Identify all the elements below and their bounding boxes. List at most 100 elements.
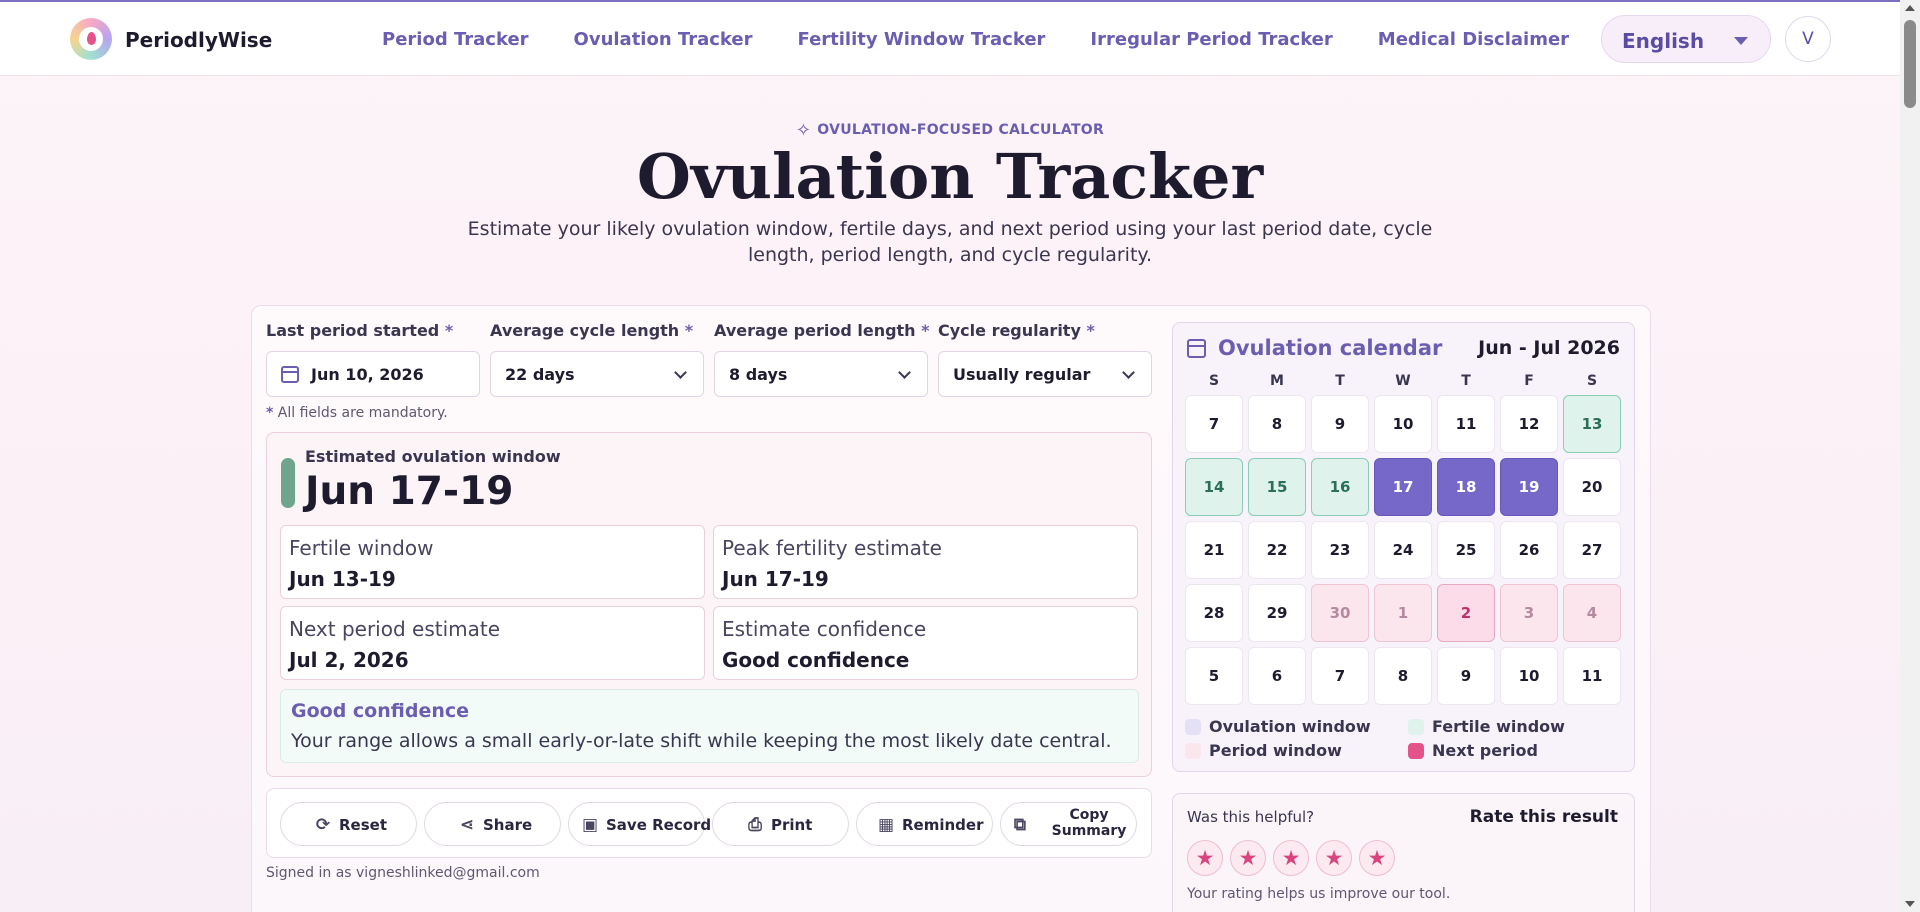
legend-label: Period window [1209,741,1342,760]
calendar-day[interactable]: 28 [1185,584,1243,642]
period-length-select[interactable]: 8 days [714,351,928,397]
calendar-day[interactable]: 22 [1248,521,1306,579]
language-select[interactable]: English [1601,15,1771,63]
calendar-day[interactable]: 16 [1311,458,1369,516]
last-period-value: Jun 10, 2026 [311,365,424,384]
calendar-day[interactable]: 23 [1311,521,1369,579]
weekday-header: W [1395,373,1411,389]
calendar-day[interactable]: 9 [1437,647,1495,705]
ovulation-calendar: Ovulation calendar Jun - Jul 2026 S M T W T F… [1172,322,1635,772]
last-period-input[interactable]: Jun 10, 2026 [266,351,480,397]
calendar-day[interactable]: 1 [1374,584,1432,642]
site-header: PeriodlyWise Period Tracker Ovulation Tr… [0,2,1900,76]
calendar-day[interactable]: 7 [1185,395,1243,453]
cycle-length-select[interactable]: 22 days [490,351,704,397]
period-length-label: Average period length * [714,321,930,340]
copy-summary-button[interactable]: ⧉ Copy Summary [1000,802,1137,846]
stat-key: Fertile window [289,536,434,560]
star-icon[interactable]: ★ [1187,840,1223,876]
scroll-up-arrow-icon[interactable] [1905,5,1915,11]
calendar-day[interactable]: 8 [1248,395,1306,453]
calendar-day[interactable]: 29 [1248,584,1306,642]
page-title: Ovulation Tracker [636,140,1264,213]
calendar-day[interactable]: 11 [1563,647,1621,705]
logo-icon[interactable] [70,18,112,60]
legend-label: Ovulation window [1209,717,1371,736]
helpful-question: Was this helpful? [1187,808,1315,826]
share-icon: ⋖ [459,815,475,835]
reset-button[interactable]: ⟳ Reset [280,802,417,846]
calendar-day[interactable]: 24 [1374,521,1432,579]
calendar-day[interactable]: 5 [1185,647,1243,705]
calendar-day[interactable]: 7 [1311,647,1369,705]
brand-name[interactable]: PeriodlyWise [125,28,272,52]
nav-ovulation-tracker[interactable]: Ovulation Tracker [574,29,753,50]
star-icon[interactable]: ★ [1316,840,1352,876]
calendar-day[interactable]: 2 [1437,584,1495,642]
weekday-header: S [1208,373,1220,389]
scroll-down-arrow-icon[interactable] [1905,901,1915,907]
star-icon[interactable]: ★ [1273,840,1309,876]
calendar-day[interactable]: 11 [1437,395,1495,453]
calendar-day[interactable]: 9 [1311,395,1369,453]
copy-icon: ⧉ [1013,815,1027,835]
save-icon: ▣ [581,815,599,835]
stat-value: Jun 13-19 [289,567,396,591]
stat-key: Estimate confidence [722,617,927,641]
star-icon[interactable]: ★ [1359,840,1395,876]
chevron-down-icon [898,366,911,379]
calendar-day[interactable]: 26 [1500,521,1558,579]
share-button[interactable]: ⋖ Share [424,802,561,846]
chevron-down-icon [1122,366,1135,379]
calendar-day[interactable]: 17 [1374,458,1432,516]
calendar-day[interactable]: 13 [1563,395,1621,453]
user-avatar[interactable]: V [1785,16,1831,62]
main-nav: Period Tracker Ovulation Tracker Fertili… [382,29,1614,50]
calendar-day[interactable]: 10 [1374,395,1432,453]
nav-medical-disclaimer[interactable]: Medical Disclaimer [1378,29,1569,50]
stat-fertile-window: Fertile window Jun 13-19 [280,525,705,599]
calendar-day[interactable]: 25 [1437,521,1495,579]
calendar-day[interactable]: 21 [1185,521,1243,579]
star-icon[interactable]: ★ [1230,840,1266,876]
print-button[interactable]: ⎙ Print [712,802,849,846]
result-panel: Estimated ovulation window Jun 17-19 Fer… [266,432,1152,777]
mandatory-note: * All fields are mandatory. [266,405,448,421]
regularity-select[interactable]: Usually regular [938,351,1152,397]
weekday-header: T [1461,373,1471,389]
calendar-day[interactable]: 10 [1500,647,1558,705]
calendar-day[interactable]: 3 [1500,584,1558,642]
nav-irregular-period-tracker[interactable]: Irregular Period Tracker [1090,29,1332,50]
nav-fertility-window-tracker[interactable]: Fertility Window Tracker [798,29,1046,50]
page-scrollbar[interactable] [1900,0,1920,912]
rating-panel: Was this helpful? Rate this result Your … [1172,793,1635,912]
legend-item: Period window [1185,741,1342,760]
confidence-box: Good confidence Your range allows a smal… [280,689,1139,763]
calendar-day[interactable]: 12 [1500,395,1558,453]
calendar-day[interactable]: 18 [1437,458,1495,516]
last-period-label: Last period started * [266,321,454,340]
printer-icon: ⎙ [748,815,762,835]
weekday-header: M [1270,373,1284,389]
cycle-length-label: Average cycle length * [490,321,694,340]
scroll-thumb[interactable] [1904,20,1916,108]
calendar-icon [281,366,299,383]
calendar-day[interactable]: 30 [1311,584,1369,642]
calendar-day[interactable]: 27 [1563,521,1621,579]
stat-value: Good confidence [722,648,910,672]
nav-period-tracker[interactable]: Period Tracker [382,29,529,50]
confidence-title: Good confidence [291,700,470,722]
calendar-day[interactable]: 6 [1248,647,1306,705]
save-record-button[interactable]: ▣ Save Record [568,802,711,846]
stat-value: Jun 17-19 [722,567,829,591]
calendar-day[interactable]: 14 [1185,458,1243,516]
calendar-day[interactable]: 19 [1500,458,1558,516]
reminder-button[interactable]: ▦ Reminder [856,802,993,846]
calendar-day[interactable]: 4 [1563,584,1621,642]
calendar-day[interactable]: 8 [1374,647,1432,705]
language-value: English [1622,29,1705,53]
legend-label: Fertile window [1432,717,1565,736]
regularity-value: Usually regular [953,365,1091,384]
calendar-day[interactable]: 15 [1248,458,1306,516]
calendar-day[interactable]: 20 [1563,458,1621,516]
